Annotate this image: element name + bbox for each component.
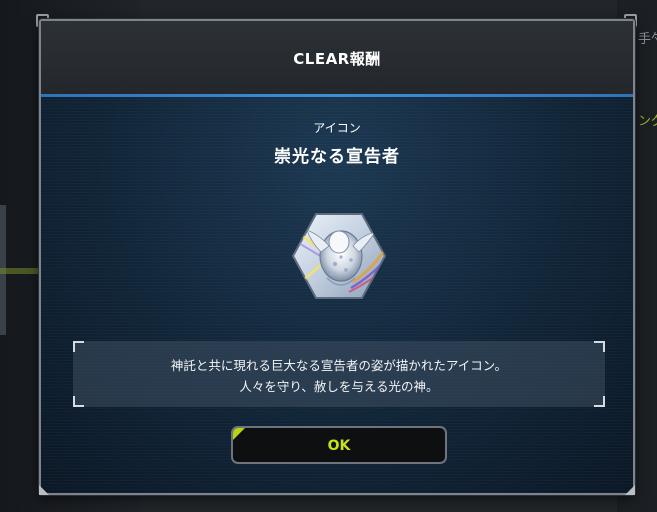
clear-reward-dialog: CLEAR報酬 アイコン 崇光なる宣告者 神託と共に現れる巨大なる宣告者の姿が描… [39,19,635,495]
reward-name: 崇光なる宣告者 [274,147,400,167]
bracket-top-left [73,341,84,352]
ok-button[interactable]: OK [231,426,447,464]
reward-description-box: 神託と共に現れる巨大なる宣告者の姿が描かれたアイコン。 人々を守り、赦しを与える… [73,341,605,407]
ok-button-label: OK [327,438,351,454]
bracket-top-right [594,341,605,352]
dialog-title: CLEAR報酬 [293,50,381,68]
background-accent-stripe [0,268,40,274]
header-divider [41,94,633,97]
dialog-corner-left [39,485,49,495]
game-screen: 手勺 ング CLEAR報酬 アイコン 崇光なる宣告者 [0,0,657,512]
background-right-label: 手勺 [638,32,657,47]
background-right-label-accent: ング [638,114,657,129]
dialog-corner-right [625,485,635,495]
hexagon-monster-icon [291,212,387,300]
reward-description-line: 神託と共に現れる巨大なる宣告者の姿が描かれたアイコン。 [170,358,508,373]
reward-description-line: 人々を守り、赦しを与える光の神。 [239,379,439,394]
dialog-header: CLEAR報酬 [41,21,633,95]
reward-category: アイコン [313,121,361,135]
bracket-bottom-left [73,396,84,407]
bracket-bottom-right [594,396,605,407]
